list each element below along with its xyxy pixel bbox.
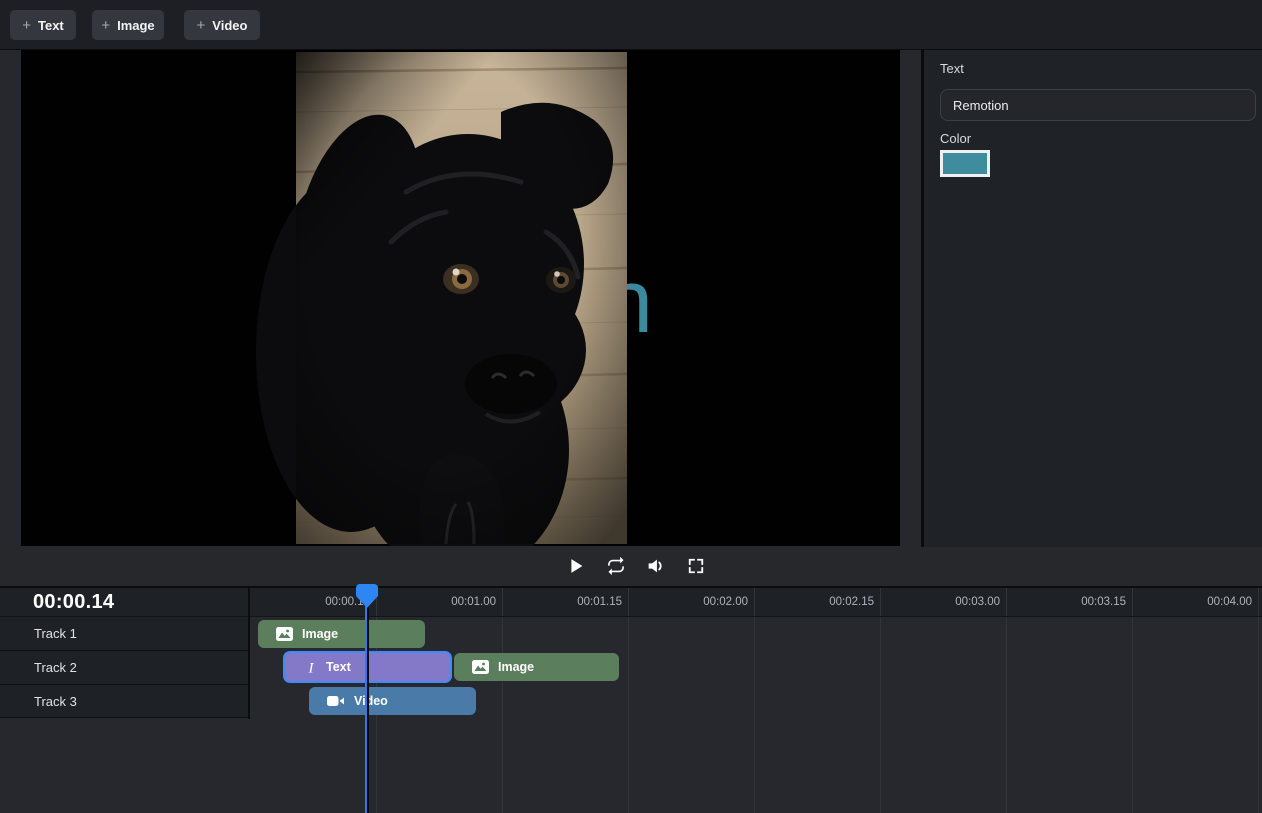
loop-button[interactable] <box>602 552 630 580</box>
volume-button[interactable] <box>642 552 670 580</box>
ruler-tick-label: 00:04.00 <box>1158 588 1252 616</box>
timeline[interactable]: 00:00.1500:01.0000:01.1500:02.0000:02.15… <box>0 586 1262 813</box>
image-clip-icon <box>472 660 489 674</box>
text-field-label: Text <box>940 61 964 76</box>
ruler-tick-label: 00:01.00 <box>402 588 496 616</box>
playback-bar <box>0 547 1262 586</box>
text-input[interactable] <box>940 89 1256 121</box>
add-text-button[interactable]: + Text <box>10 10 76 40</box>
ruler-gridline <box>1132 588 1133 813</box>
track-header-3: Track 3 <box>0 685 249 717</box>
clip-label: Image <box>302 627 338 641</box>
video-clip-icon <box>327 694 345 708</box>
image-clip[interactable]: Image <box>454 653 619 681</box>
add-image-button[interactable]: + Image <box>92 10 164 40</box>
plus-icon: + <box>22 17 31 34</box>
plus-icon: + <box>101 17 110 34</box>
ruler-tick-label: 00:01.15 <box>528 588 622 616</box>
preview-canvas[interactable]: Remotion <box>21 50 900 546</box>
volume-icon <box>645 555 667 577</box>
ruler-gridline <box>880 588 881 813</box>
text-clip-icon: I <box>305 659 317 676</box>
play-button[interactable] <box>562 552 590 580</box>
track-label: Track 2 <box>0 651 249 684</box>
add-video-button[interactable]: + Video <box>184 10 260 40</box>
track-panel-border <box>248 588 250 719</box>
plus-icon: + <box>197 17 206 34</box>
clip-label: Image <box>498 660 534 674</box>
current-timecode: 00:00.14 <box>0 588 249 616</box>
properties-sidebar: Text Color <box>924 50 1262 547</box>
track-separator <box>0 717 249 718</box>
toolbar: + Text + Image + Video <box>0 0 1262 50</box>
ruler-gridline <box>754 588 755 813</box>
video-frame: Remotion <box>21 50 900 546</box>
add-text-label: Text <box>38 18 64 33</box>
play-icon <box>565 555 587 577</box>
track-label: Track 3 <box>0 685 249 718</box>
color-swatch[interactable] <box>940 150 990 177</box>
ruler-tick-label: 00:03.15 <box>1032 588 1126 616</box>
add-video-label: Video <box>212 18 247 33</box>
loop-icon <box>606 556 626 576</box>
playhead-line-shadow <box>367 588 369 813</box>
clip-label: Text <box>326 660 351 674</box>
ruler-tick-label: 00:03.00 <box>906 588 1000 616</box>
fullscreen-button[interactable] <box>682 552 710 580</box>
playhead-handle[interactable] <box>356 584 378 608</box>
fullscreen-icon <box>686 556 706 576</box>
ruler-gridline <box>502 588 503 813</box>
ruler-gridline <box>628 588 629 813</box>
preview-panel: Remotion <box>0 50 922 547</box>
ruler-gridline <box>1006 588 1007 813</box>
track-label: Track 1 <box>0 617 249 650</box>
color-field-label: Color <box>940 131 971 146</box>
ruler-tick-label: 00:02.00 <box>654 588 748 616</box>
track-header-1: Track 1 <box>0 617 249 650</box>
ruler-tick-label: 00:02.15 <box>780 588 874 616</box>
image-clip-icon <box>276 627 293 641</box>
image-clip[interactable]: Image <box>258 620 425 648</box>
track-header-2: Track 2 <box>0 651 249 684</box>
add-image-label: Image <box>117 18 155 33</box>
ruler-gridline <box>1258 588 1259 813</box>
video-clip[interactable]: Video <box>309 687 476 715</box>
svg-text:I: I <box>308 660 315 676</box>
clip-label: Video <box>354 694 388 708</box>
dog-photo <box>256 52 627 546</box>
